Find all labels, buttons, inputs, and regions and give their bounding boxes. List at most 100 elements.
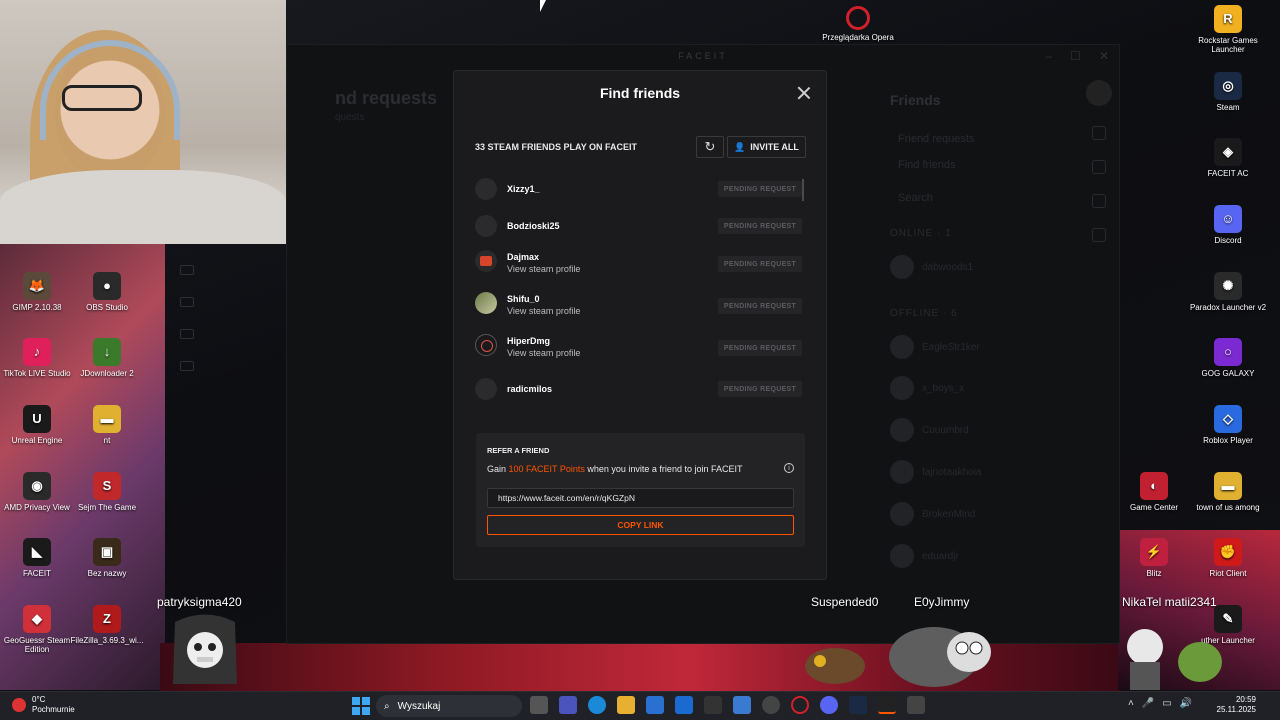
desktop-icon[interactable]: ◐ Game Center: [1114, 472, 1194, 512]
minimize-icon[interactable]: –: [1045, 49, 1052, 63]
bg-requests-sub: quests: [335, 112, 365, 123]
desktop-icon[interactable]: ✺ Paradox Launcher v2: [1188, 272, 1268, 312]
desktop-icon-label: Riot Client: [1209, 569, 1247, 578]
desktop-icon[interactable]: ✊ Riot Client: [1188, 538, 1268, 578]
skeleton-pet: [173, 614, 237, 684]
offline-friend[interactable]: Cuuumbrd: [890, 418, 969, 442]
find-friends-link[interactable]: Find friends: [898, 159, 955, 171]
store-icon[interactable]: [646, 696, 664, 714]
view-steam-profile-link[interactable]: View steam profile: [507, 306, 580, 316]
offline-friend[interactable]: EagleStr1ker: [890, 335, 980, 359]
volume-icon[interactable]: 🔊: [1180, 698, 1192, 709]
app-icon[interactable]: [907, 696, 925, 714]
desktop-icon-label: Bez nazwy: [87, 569, 127, 578]
desktop-icon[interactable]: ◇ Roblox Player: [1188, 405, 1268, 445]
friends-search[interactable]: Search: [898, 192, 933, 204]
refresh-button[interactable]: ↻: [696, 136, 724, 158]
desktop-icon[interactable]: Z FileZilla_3.69.3_wi...: [67, 605, 147, 645]
close-window-icon[interactable]: ✕: [1099, 49, 1109, 63]
desktop-icon-label: TikTok LIVE Studio: [3, 369, 71, 378]
desktop-icon[interactable]: ◣ FACEIT: [0, 538, 77, 578]
desktop-icon[interactable]: ▣ Bez nazwy: [67, 538, 147, 578]
offline-friend[interactable]: eduardjr: [890, 544, 959, 568]
discord-icon[interactable]: [820, 696, 838, 714]
view-steam-profile-link[interactable]: View steam profile: [507, 264, 580, 274]
refresh-icon: ↻: [704, 139, 716, 154]
folder-icon: ▬: [93, 405, 121, 433]
maximize-icon[interactable]: ☐: [1070, 49, 1081, 63]
desktop-icon-label: Rockstar Games Launcher: [1198, 36, 1258, 55]
steam-icon[interactable]: [849, 696, 867, 714]
desktop-icon[interactable]: R Rockstar Games Launcher: [1188, 5, 1268, 54]
desktop-icon[interactable]: ◎ Steam: [1188, 72, 1268, 112]
friend-name[interactable]: Shifu_0: [507, 294, 540, 304]
bell-icon[interactable]: [1092, 160, 1106, 174]
copy-link-button[interactable]: COPY LINK: [487, 515, 794, 535]
offline-friend[interactable]: fajnotaakhoia: [890, 460, 982, 484]
desktop-icon[interactable]: ↓ JDownloader 2: [67, 338, 147, 378]
online-friend[interactable]: dabwoods1: [890, 255, 973, 279]
desktop-icon[interactable]: ☺ Discord: [1188, 205, 1268, 245]
desktop-icon-opera[interactable]: Przeglądarka Opera: [818, 6, 898, 42]
desktop-icon[interactable]: ◉ AMD Privacy View: [0, 472, 77, 512]
desktop-icon-label: OBS Studio: [86, 303, 128, 312]
desktop-icon-label: Steam: [1216, 103, 1240, 112]
desktop-icon[interactable]: ● OBS Studio: [67, 272, 147, 312]
info-icon[interactable]: i: [784, 463, 794, 473]
rail-icon[interactable]: [1092, 126, 1106, 140]
offline-friend[interactable]: x_boys_x: [890, 376, 964, 400]
desktop-icon[interactable]: ♪ TikTok LIVE Studio: [0, 338, 77, 378]
start-button[interactable]: [352, 697, 370, 715]
task-view-icon[interactable]: [530, 696, 548, 714]
app-icon[interactable]: [704, 696, 722, 714]
friend-list-scrollbar[interactable]: [802, 179, 804, 201]
friend-requests-link[interactable]: Friend requests: [898, 133, 974, 145]
desktop-icon[interactable]: ◆ GeoGuessr Steam Edition: [0, 605, 77, 654]
desktop-icon[interactable]: ◈ FACEIT AC: [1188, 138, 1268, 178]
friend-name[interactable]: HiperDmg: [507, 336, 550, 346]
friend-name[interactable]: Xizzy1_: [507, 184, 540, 194]
desktop-icon[interactable]: U Unreal Engine: [0, 405, 77, 445]
teams-icon[interactable]: [559, 696, 577, 714]
friend-name[interactable]: Dajmax: [507, 252, 539, 262]
chat-icon[interactable]: [1092, 228, 1106, 242]
avatar[interactable]: [1086, 80, 1112, 106]
desktop-icon[interactable]: ▬ nt: [67, 405, 147, 445]
desktop-icon-label: GIMP 2.10.38: [12, 303, 62, 312]
close-icon[interactable]: [796, 85, 812, 101]
faceit-icon[interactable]: [878, 696, 896, 714]
desktop-icon[interactable]: ⚡ Blitz: [1114, 538, 1194, 578]
opera-icon[interactable]: [791, 696, 809, 714]
mail-icon[interactable]: [675, 696, 693, 714]
invite-all-button[interactable]: 👤 INVITE ALL: [727, 136, 806, 158]
chevron-up-icon[interactable]: ˄: [1128, 698, 1134, 709]
desktop-icon-label: GOG GALAXY: [1201, 369, 1255, 378]
online-section: ONLINE · 1: [890, 228, 952, 239]
settings-icon[interactable]: [762, 696, 780, 714]
window-controls[interactable]: – ☐ ✕: [1045, 49, 1109, 63]
clock[interactable]: 20:59 25.11.2025: [1217, 695, 1256, 716]
mic-icon[interactable]: 🎤: [1142, 698, 1154, 709]
desktop-icon[interactable]: ○ GOG GALAXY: [1188, 338, 1268, 378]
friends-icon[interactable]: [1092, 194, 1106, 208]
friend-name[interactable]: Bodzioski25: [507, 221, 560, 231]
desktop-icon[interactable]: ▬ town of us among: [1188, 472, 1268, 512]
network-icon[interactable]: ▭: [1162, 698, 1171, 709]
referral-link-field[interactable]: https://www.faceit.com/en/r/qKGZpN: [487, 488, 794, 508]
view-steam-profile-link[interactable]: View steam profile: [507, 348, 580, 358]
knight-pet: [1127, 629, 1222, 690]
system-tray[interactable]: ˄ 🎤 ▭ 🔊: [1128, 698, 1192, 709]
search-box[interactable]: ⌕ Wyszukaj: [376, 695, 522, 717]
file-explorer-icon[interactable]: [617, 696, 635, 714]
desktop-icon-label: Blitz: [1146, 569, 1162, 578]
desktop-icon-label: FACEIT AC: [1207, 169, 1249, 178]
weather-widget[interactable]: 0°C Pochmurnie: [12, 695, 75, 714]
desktop-icon[interactable]: 🦊 GIMP 2.10.38: [0, 272, 77, 312]
friend-name[interactable]: radicmilos: [507, 384, 552, 394]
app-icon[interactable]: [733, 696, 751, 714]
desktop-icon[interactable]: S Sejm The Game: [67, 472, 147, 512]
offline-friend[interactable]: BrokenMind: [890, 502, 975, 526]
amd-privacy-icon: ◉: [23, 472, 51, 500]
edge-icon[interactable]: [588, 696, 606, 714]
desktop-icon-label: Sejm The Game: [77, 503, 137, 512]
